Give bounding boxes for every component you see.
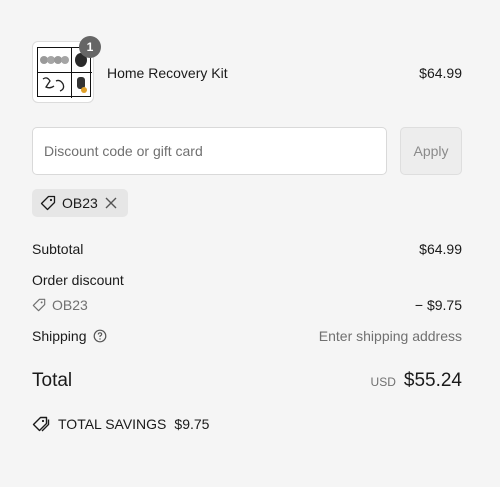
currency-code: USD [370,375,396,389]
close-icon[interactable] [104,196,118,210]
product-price: $64.99 [419,65,462,81]
applied-discount-chip: OB23 [32,189,128,217]
total-amount: $55.24 [403,370,462,391]
product-thumbnail: 1 [32,36,101,103]
discount-value: − $9.75 [414,297,462,313]
subtotal-label: Subtotal [32,241,84,257]
product-image-cell [38,73,72,98]
discount-detail-row: OB23 − $9.75 [32,297,462,313]
tag-icon [32,416,50,432]
tag-icon [32,298,46,312]
order-discount-row: Order discount [32,272,462,288]
total-savings-value: $9.75 [174,416,210,432]
product-image-cell [72,73,92,98]
shipping-row: Shipping Enter shipping address [32,328,462,344]
order-discount-label: Order discount [32,272,124,288]
discount-code-input[interactable] [32,127,387,175]
total-savings-label: TOTAL SAVINGS [58,416,167,432]
cart-line-item: 1 Home Recovery Kit $64.99 [32,36,462,103]
product-name: Home Recovery Kit [107,65,228,81]
product-image-cell [38,48,72,73]
quantity-badge: 1 [79,36,101,58]
subtotal-value: $64.99 [419,241,462,257]
apply-button[interactable]: Apply [400,127,462,175]
tag-icon [40,195,56,211]
total-savings: TOTAL SAVINGS $9.75 [32,416,209,432]
shipping-label: Shipping [32,328,87,344]
total-row: Total USD $55.24 [32,370,462,392]
shipping-value: Enter shipping address [318,328,462,344]
shipping-label-group: Shipping [32,328,107,344]
applied-discount-code: OB23 [62,195,98,211]
total-amount-group: USD $55.24 [371,370,462,392]
discount-code-display: OB23 [32,297,88,313]
total-label: Total [32,370,73,391]
subtotal-row: Subtotal $64.99 [32,241,462,257]
discount-code-text: OB23 [52,297,88,313]
help-circle-icon[interactable] [93,329,107,343]
